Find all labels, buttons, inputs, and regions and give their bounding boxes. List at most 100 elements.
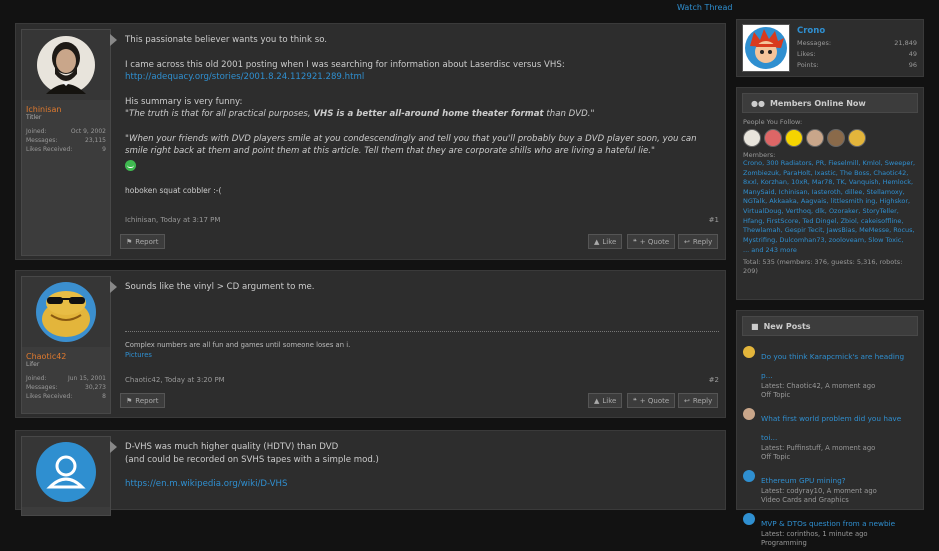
quote-button[interactable]: ❝ + Quote (627, 393, 676, 408)
online-total: Total: 535 (members: 376, guests: 5,316,… (743, 257, 903, 276)
new-post-item[interactable]: Do you think Karapcmick's are heading p.… (737, 341, 923, 403)
post-body: D-VHS was much higher quality (HDTV) tha… (125, 441, 719, 491)
speech-arrow-icon (110, 281, 117, 293)
user-avatar-icon (743, 513, 755, 525)
quote-text: "When your friends with DVD players smil… (125, 133, 697, 157)
user-avatar-icon (743, 408, 755, 420)
speech-arrow-icon (110, 34, 117, 46)
new-post-item[interactable]: Ethereum GPU mining? Latest: codyray10, A… (737, 465, 923, 508)
thumb-icon: ▲ (594, 396, 600, 405)
like-button[interactable]: ▲ Like (588, 393, 623, 408)
quote-button[interactable]: ❝ + Quote (627, 234, 676, 249)
post-3: D-VHS was much higher quality (HDTV) tha… (15, 430, 726, 516)
followed-avatar[interactable] (743, 129, 761, 147)
post-text: His summary is very funny: (125, 96, 243, 107)
members-list[interactable]: Crono, 300 Radiators, PR, Fieselmill, Km… (737, 159, 923, 246)
avatar[interactable] (22, 437, 110, 507)
user-info: Ichinisan Titler Joined: Oct 9, 2002 Mess… (21, 29, 111, 256)
post-text: hoboken squat cobbler :-( (125, 185, 222, 195)
username[interactable]: Chaotic42 (22, 347, 110, 361)
post-permalink[interactable]: #1 (709, 216, 719, 224)
profile-avatar[interactable] (742, 24, 790, 72)
members-label: Members: (743, 151, 776, 159)
user-info: Chaotic42 Lifer Joined: Jun 15, 2001 Mess… (21, 276, 111, 414)
post-meta[interactable]: Chaotic42, Today at 3:20 PM (125, 376, 225, 384)
user-title: Lifer (26, 361, 40, 368)
visitor-panel: Crono Messages: 21,849 Likes: 49 Points: 96 (736, 19, 924, 77)
reply-button[interactable]: ↩ Reply (678, 234, 719, 249)
username[interactable]: Ichinisan (22, 100, 110, 114)
post-text: D-VHS was much higher quality (HDTV) tha… (125, 442, 339, 452)
post-text: Sounds like the vinyl > CD argument to m… (125, 282, 315, 292)
like-button[interactable]: ▲ Like (588, 234, 623, 249)
user-avatar-icon (743, 470, 755, 482)
flag-icon: ⚑ (126, 237, 133, 246)
profile-name[interactable]: Crono (797, 26, 825, 36)
signature: Complex numbers are all fun and games un… (125, 341, 351, 359)
comment-icon: ■ (751, 321, 759, 331)
new-posts-header: ■ New Posts (742, 316, 918, 336)
user-title: Titler (26, 114, 42, 121)
reply-icon: ↩ (684, 237, 690, 246)
new-posts-panel: ■ New Posts Do you think Karapcmick's are… (736, 310, 924, 547)
followed-avatar[interactable] (848, 129, 866, 147)
watch-thread-link[interactable]: Watch Thread (677, 3, 732, 12)
new-post-title[interactable]: Do you think Karapcmick's are heading p.… (761, 352, 904, 380)
follow-label: People You Follow: (743, 118, 803, 126)
post-2: Chaotic42 Lifer Joined: Jun 15, 2001 Mess… (15, 270, 726, 418)
members-online-panel: ●● Members Online Now People You Follow: … (736, 87, 924, 300)
reply-icon: ↩ (684, 396, 690, 405)
report-button[interactable]: ⚑ Report (120, 234, 165, 249)
user-stat: Messages: 30,273 (26, 384, 106, 391)
avatar[interactable] (22, 277, 110, 347)
new-post-item[interactable]: What first world problem did you have to… (737, 403, 923, 465)
users-icon: ●● (751, 98, 765, 108)
reply-button[interactable]: ↩ Reply (678, 393, 719, 408)
post-text: I came across this old 2001 posting when… (125, 59, 565, 83)
post-link[interactable]: http://adequacy.org/stories/2001.8.24.11… (125, 72, 364, 82)
new-post-title[interactable]: MVP & DTOs question from a newbie (761, 519, 895, 528)
post-meta[interactable]: Ichinisan, Today at 3:17 PM (125, 216, 220, 224)
followed-avatar[interactable] (764, 129, 782, 147)
quote-icon: ❝ (633, 237, 637, 246)
post-text: This passionate believer wants you to th… (125, 35, 328, 45)
post-1: Ichinisan Titler Joined: Oct 9, 2002 Mess… (15, 23, 726, 260)
post-body: This passionate believer wants you to th… (125, 34, 719, 209)
followed-avatar[interactable] (785, 129, 803, 147)
quote-text: "The truth is that for all practical pur… (125, 109, 595, 119)
post-permalink[interactable]: #2 (709, 376, 719, 384)
post-body: Sounds like the vinyl > CD argument to m… (125, 281, 719, 306)
members-online-header: ●● Members Online Now (742, 93, 918, 113)
new-post-title[interactable]: What first world problem did you have to… (761, 414, 901, 442)
user-avatar-icon (743, 346, 755, 358)
flag-icon: ⚑ (126, 396, 133, 405)
followed-avatar[interactable] (806, 129, 824, 147)
profile-stat: Points: 96 (797, 61, 917, 69)
new-post-title[interactable]: Ethereum GPU mining? (761, 476, 846, 485)
user-stat: Likes Received: 8 (26, 393, 106, 400)
profile-stat: Messages: 21,849 (797, 39, 917, 47)
default-user-icon (36, 442, 96, 502)
smile-icon (125, 159, 136, 171)
signature-divider (125, 331, 719, 332)
speech-arrow-icon (110, 441, 117, 453)
post-link[interactable]: https://en.m.wikipedia.org/wiki/D-VHS (125, 479, 287, 489)
new-post-item[interactable]: MVP & DTOs question from a newbie Latest:… (737, 508, 923, 551)
signature-link[interactable]: Pictures (125, 351, 152, 359)
frog-avatar-icon (36, 282, 96, 342)
more-members-link[interactable]: ... and 243 more (737, 246, 923, 256)
report-button[interactable]: ⚑ Report (120, 393, 165, 408)
user-stat: Joined: Jun 15, 2001 (26, 375, 106, 382)
crono-avatar-icon (745, 27, 787, 69)
thumb-icon: ▲ (594, 237, 600, 246)
avatar[interactable] (22, 30, 110, 100)
user-info (21, 436, 111, 516)
user-stat: Likes Received: 9 (26, 146, 106, 153)
post-text: (and could be recorded on SVHS tapes wit… (125, 454, 379, 465)
quote-icon: ❝ (633, 396, 637, 405)
user-stat: Messages: 23,115 (26, 137, 106, 144)
user-stat: Joined: Oct 9, 2002 (26, 128, 106, 135)
followed-avatar[interactable] (827, 129, 845, 147)
lincoln-avatar-icon (37, 36, 95, 94)
followed-avatars (737, 126, 923, 150)
